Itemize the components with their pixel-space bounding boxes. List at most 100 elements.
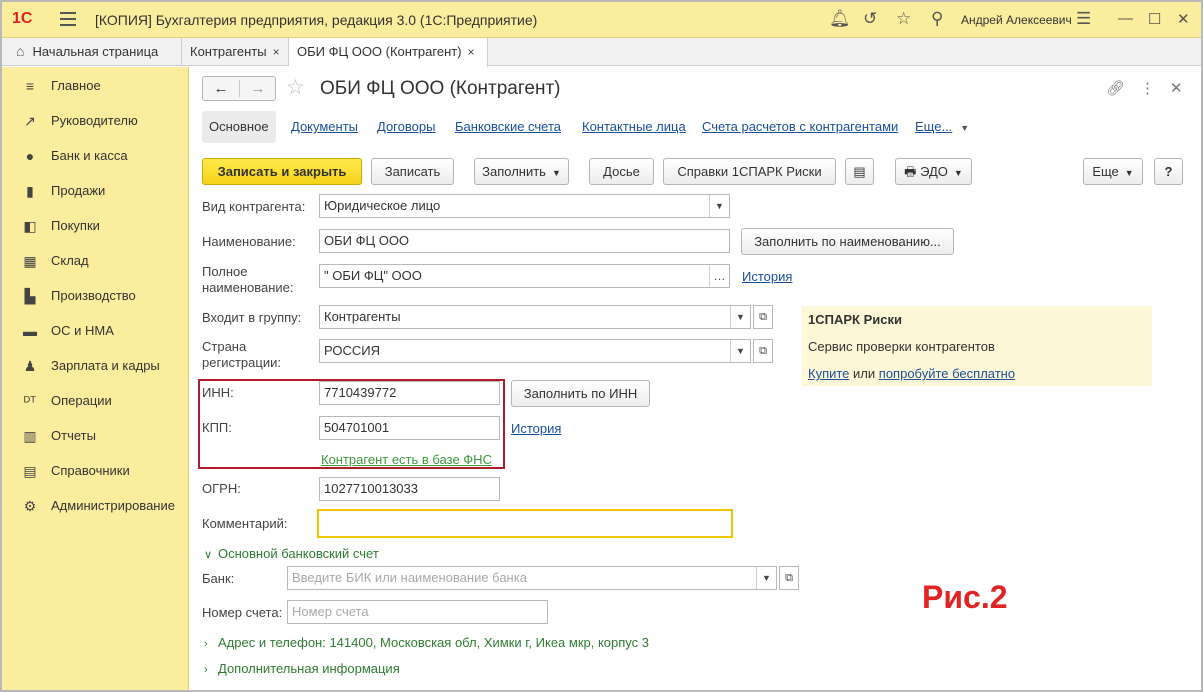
- sidebar-item-assets[interactable]: ▬ ОС и НМА: [2, 316, 189, 346]
- factory-icon: ▙: [24, 288, 36, 304]
- tab-counterparties[interactable]: Контрагенты ×: [182, 38, 289, 66]
- search-icon[interactable]: ⚲: [931, 10, 943, 28]
- sidebar-item-warehouse[interactable]: ▦ Склад: [2, 246, 189, 276]
- sidebar-item-operations[interactable]: ᴰᵀ Операции: [2, 386, 189, 416]
- save-and-close-button[interactable]: Записать и закрыть: [202, 158, 362, 185]
- more-button-label: Еще: [1092, 164, 1119, 179]
- bell-icon[interactable]: 🔔︎: [829, 10, 851, 28]
- full-name-history-link[interactable]: История: [742, 269, 792, 284]
- user-name[interactable]: Андрей Алексеевич: [961, 13, 1072, 27]
- spark-buy-link[interactable]: Купите: [808, 366, 849, 381]
- fill-by-name-button[interactable]: Заполнить по наименованию...: [741, 228, 954, 255]
- link-icon[interactable]: 🔗︎: [1106, 79, 1125, 97]
- warehouse-icon: ▦: [23, 253, 37, 269]
- sidebar-item-sales[interactable]: ▮ Продажи: [2, 176, 189, 206]
- more-vertical-icon[interactable]: ⋮: [1140, 79, 1155, 97]
- sidebar-item-admin[interactable]: ⚙ Администрирование: [2, 491, 189, 521]
- edo-button[interactable]: 🖶︎ ЭДО ▼: [895, 158, 972, 185]
- inn-field[interactable]: 7710439772: [319, 381, 500, 405]
- spark-try-link[interactable]: попробуйте бесплатно: [879, 366, 1015, 381]
- debit-credit-icon: ᴰᵀ: [23, 393, 37, 409]
- tab-bank-accounts[interactable]: Банковские счета: [455, 111, 561, 143]
- spark-or-text: или: [853, 366, 876, 381]
- account-field[interactable]: Номер счета: [287, 600, 548, 624]
- tab-more[interactable]: Еще... ▼: [915, 111, 969, 143]
- open-bank-icon[interactable]: ⧉: [779, 566, 799, 590]
- history-icon[interactable]: ↺: [863, 10, 877, 28]
- full-name-label-1: Полное: [202, 264, 248, 279]
- chevron-down-icon: ▼: [1124, 168, 1134, 178]
- favorite-star-icon[interactable]: ☆: [286, 75, 305, 100]
- menu-icon[interactable]: [60, 12, 76, 26]
- open-country-icon[interactable]: ⧉: [753, 339, 773, 363]
- ogrn-field[interactable]: 1027710013033: [319, 477, 500, 501]
- chevron-down-icon[interactable]: ▼: [730, 306, 750, 328]
- tab-contracts[interactable]: Договоры: [377, 111, 435, 143]
- sidebar-item-reports[interactable]: ▥ Отчеты: [2, 421, 189, 451]
- app-logo: 1С: [12, 10, 33, 27]
- sidebar-item-bank[interactable]: ● Банк и касса: [2, 141, 189, 171]
- close-tab-icon[interactable]: ×: [273, 45, 280, 59]
- sidebar-item-main[interactable]: ≡ Главное: [2, 71, 189, 101]
- save-button[interactable]: Записать: [371, 158, 454, 185]
- kpp-field[interactable]: 504701001: [319, 416, 500, 440]
- close-form-icon[interactable]: ✕: [1170, 79, 1183, 97]
- fill-by-inn-button[interactable]: Заполнить по ИНН: [511, 380, 650, 407]
- help-button[interactable]: ?: [1154, 158, 1183, 185]
- close-icon[interactable]: ✕: [1177, 10, 1190, 28]
- name-label: Наименование:: [202, 234, 296, 249]
- address-group[interactable]: › Адрес и телефон: 141400, Московская обл…: [204, 635, 649, 650]
- kind-select[interactable]: Юридическое лицо ▼: [319, 194, 730, 218]
- sidebar-item-manager[interactable]: ↗ Руководителю: [2, 106, 189, 136]
- tab-current-form[interactable]: ОБИ ФЦ ООО (Контрагент) ×: [289, 38, 488, 67]
- tab-main[interactable]: Основное: [202, 111, 276, 143]
- tab-home-label: Начальная страница: [32, 44, 159, 59]
- comment-field[interactable]: [317, 509, 733, 538]
- bank-account-group[interactable]: ∨ Основной банковский счет: [204, 546, 379, 561]
- tab-home[interactable]: ⌂ Начальная страница: [2, 38, 182, 66]
- open-group-icon[interactable]: ⧉: [753, 305, 773, 329]
- chevron-down-icon[interactable]: ▼: [756, 567, 776, 589]
- tab-documents[interactable]: Документы: [291, 111, 358, 143]
- favorites-star-icon[interactable]: ☆: [896, 10, 911, 28]
- forward-arrow-icon[interactable]: →: [240, 80, 276, 97]
- sidebar-item-salary[interactable]: ♟ Зарплата и кадры: [2, 351, 189, 381]
- tab-current-label: ОБИ ФЦ ООО (Контрагент): [297, 44, 462, 59]
- ellipsis-icon[interactable]: …: [709, 265, 729, 287]
- bar-chart-icon: ▥: [23, 428, 37, 444]
- chevron-down-icon: ▼: [953, 168, 963, 178]
- printer-icon: 🖶︎: [904, 164, 921, 179]
- settings-lines-icon[interactable]: ☰: [1076, 10, 1091, 28]
- inn-label: ИНН:: [202, 385, 234, 400]
- back-arrow-icon[interactable]: ←: [203, 80, 239, 97]
- country-select[interactable]: РОССИЯ ▼: [319, 339, 751, 363]
- fns-status-link[interactable]: Контрагент есть в базе ФНС: [321, 452, 492, 467]
- bank-select[interactable]: Введите БИК или наименование банка ▼: [287, 566, 777, 590]
- tab-contacts[interactable]: Контактные лица: [582, 111, 686, 143]
- sidebar-item-production[interactable]: ▙ Производство: [2, 281, 189, 311]
- additional-info-group[interactable]: › Дополнительная информация: [204, 661, 400, 676]
- report-list-icon[interactable]: ▤: [845, 158, 874, 185]
- additional-info-label: Дополнительная информация: [218, 661, 400, 676]
- fill-button[interactable]: Заполнить ▼: [474, 158, 569, 185]
- edo-label: ЭДО: [920, 164, 948, 179]
- group-select[interactable]: Контрагенты ▼: [319, 305, 751, 329]
- figure-annotation: Рис.2: [922, 579, 1008, 615]
- close-tab-icon[interactable]: ×: [468, 45, 475, 59]
- spark-reports-button[interactable]: Справки 1СПАРК Риски: [663, 158, 836, 185]
- chevron-down-icon[interactable]: ▼: [709, 195, 729, 217]
- tab-settlement-accounts[interactable]: Счета расчетов с контрагентами: [702, 111, 898, 143]
- dossier-button[interactable]: Досье: [589, 158, 654, 185]
- more-button[interactable]: Еще ▼: [1083, 158, 1143, 185]
- group-value: Контрагенты: [324, 309, 401, 324]
- ogrn-label: ОГРН:: [202, 481, 241, 496]
- sidebar-item-purchases[interactable]: ◧ Покупки: [2, 211, 189, 241]
- kpp-history-link[interactable]: История: [511, 421, 561, 436]
- minimize-icon[interactable]: —: [1118, 10, 1133, 27]
- name-field[interactable]: ОБИ ФЦ ООО: [319, 229, 730, 253]
- full-name-field[interactable]: " ОБИ ФЦ" ООО…: [319, 264, 730, 288]
- bank-label: Банк:: [202, 571, 235, 586]
- sidebar-item-catalogs[interactable]: ▤ Справочники: [2, 456, 189, 486]
- maximize-icon[interactable]: ☐: [1148, 10, 1161, 28]
- chevron-down-icon[interactable]: ▼: [730, 340, 750, 362]
